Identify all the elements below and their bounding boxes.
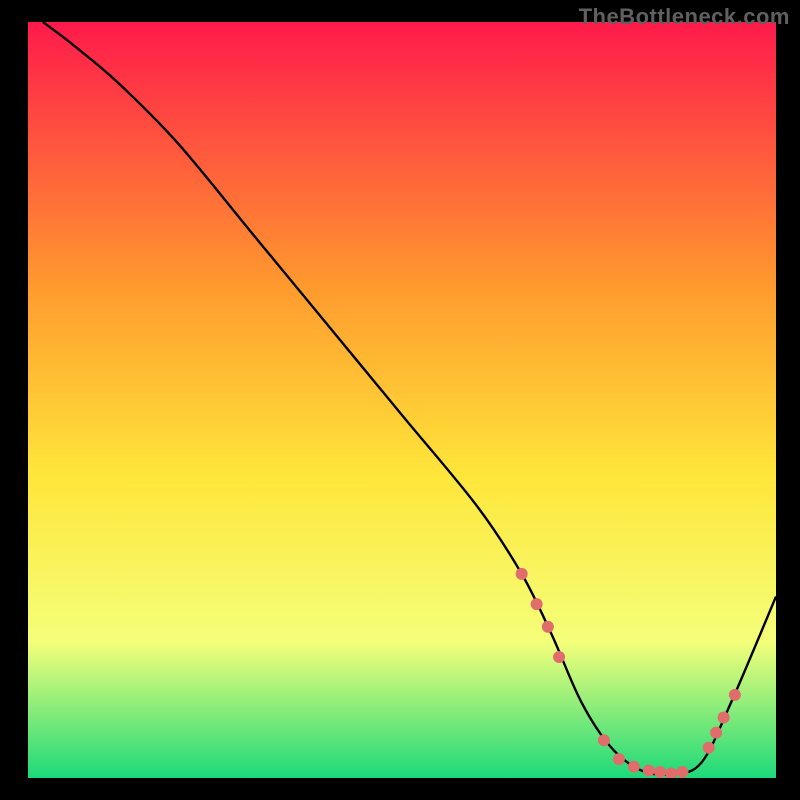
- plot-area: [28, 22, 776, 778]
- data-point-13: [718, 712, 730, 724]
- data-point-4: [598, 734, 610, 746]
- data-point-2: [542, 621, 554, 633]
- data-point-0: [516, 568, 528, 580]
- plot-svg: [28, 22, 776, 778]
- data-point-7: [643, 764, 655, 776]
- chart-frame: TheBottleneck.com: [0, 0, 800, 800]
- data-point-14: [729, 689, 741, 701]
- data-point-12: [710, 727, 722, 739]
- data-point-11: [703, 742, 715, 754]
- data-point-3: [553, 651, 565, 663]
- data-point-6: [628, 761, 640, 773]
- data-point-5: [613, 753, 625, 765]
- data-point-8: [654, 766, 666, 778]
- data-point-10: [677, 766, 689, 778]
- data-point-1: [531, 598, 543, 610]
- gradient-background: [28, 22, 776, 778]
